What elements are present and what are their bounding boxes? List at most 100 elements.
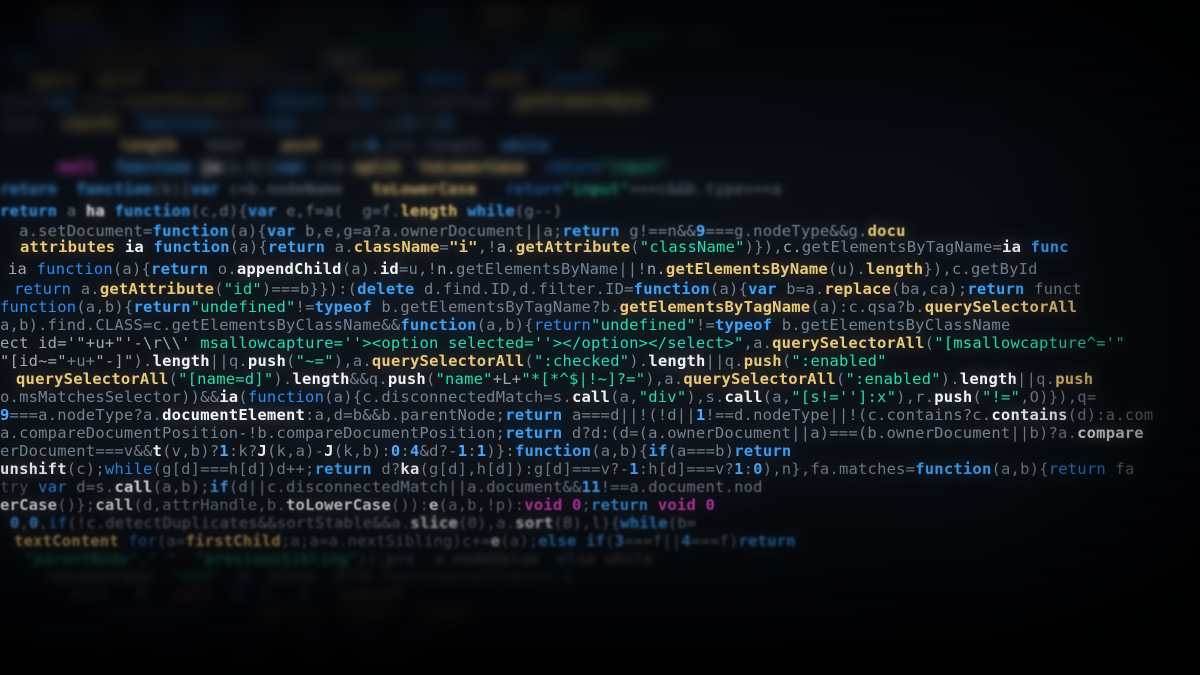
code-token: function	[153, 238, 230, 256]
code-line: return a.getAttribute("id")===b}}):(dele…	[14, 280, 1200, 298]
code-token: (	[781, 352, 792, 370]
code-token: (a,	[762, 388, 792, 406]
code-token: =	[439, 238, 450, 256]
code-token: return	[505, 406, 563, 424]
code-token: "~="	[295, 352, 334, 370]
code-token: (a,b){	[116, 26, 174, 44]
code-line: erDocument===v&&t(v,b)?1:k?J(k,a)-J(k,b)…	[0, 442, 1200, 460]
code-token: length	[357, 642, 415, 660]
code-token: {	[261, 114, 271, 132]
code-token: }),	[923, 260, 952, 278]
code-token: length	[152, 352, 210, 370]
code-token: delete	[357, 280, 415, 298]
code-token: {	[181, 180, 191, 198]
code-token: function	[247, 388, 325, 406]
code-token: return	[967, 280, 1025, 298]
code-token: ia	[219, 388, 239, 406]
code-token: a||	[296, 622, 326, 640]
code-line: 9===a.nodeType?a.documentElement:a,d=b&&…	[0, 406, 1200, 424]
code-token: (a,b){	[76, 298, 134, 316]
code-token: c&&	[299, 642, 329, 660]
code-token: function	[30, 622, 107, 640]
code-token: (a,b,!p):	[438, 496, 525, 514]
code-token: indexOf	[602, 26, 670, 44]
code-token: return	[267, 238, 326, 256]
code-token: while	[501, 136, 550, 154]
code-token: (	[168, 370, 179, 388]
code-token: ia	[8, 260, 28, 278]
code-token: function	[114, 202, 191, 220]
code-token: slice	[267, 568, 315, 586]
code-token: fa	[1105, 460, 1135, 478]
code-line: textContent for(a=firstChild;a;a=a.nextS…	[14, 532, 1200, 550]
code-token: ===f)	[690, 532, 739, 550]
code-token: "nth"	[171, 568, 220, 586]
code-token: querySelectorAll	[16, 370, 169, 388]
code-token: a.	[496, 238, 516, 256]
code-token: appendChild	[236, 260, 342, 278]
code-token: n.	[437, 260, 457, 278]
code-token: (a===b)	[667, 442, 735, 460]
code-token: (	[630, 238, 640, 256]
code-token: (v,b)?	[162, 442, 220, 460]
code-token: "previousSibling"	[195, 550, 358, 568]
code-token: (b)	[274, 48, 304, 66]
code-token: ,j=c.length	[377, 136, 483, 154]
code-token: test	[70, 586, 109, 604]
code-token: "-]"	[95, 352, 134, 370]
code-token: (a){c.disconnectedMatch=s.	[324, 388, 572, 406]
code-token: 11	[581, 478, 601, 496]
code-token: (g--)	[514, 202, 563, 220]
code-token: apply	[322, 48, 371, 66]
code-line: function return function a|| test push	[30, 622, 1200, 640]
code-token: "	[601, 158, 612, 176]
code-token: getElementsByClassName	[171, 316, 382, 334]
code-token: a,b).	[0, 316, 48, 334]
code-token: documentElement	[162, 406, 306, 424]
code-token: function	[0, 298, 77, 316]
code-token: ).	[629, 352, 649, 370]
code-line: querySelectorAll("[name=d]").length&&q.p…	[16, 370, 1200, 388]
code-token: (a);	[500, 532, 539, 550]
code-token: J	[324, 442, 334, 460]
code-token: !=	[695, 316, 715, 334]
code-token: function	[40, 26, 117, 44]
code-line: 0,0,if(!c.detectDuplicates&&sortStable&&…	[10, 515, 1200, 532]
code-token: function	[115, 158, 192, 176]
code-token: toLowerCase	[48, 568, 153, 586]
code-token: toLowerCase	[420, 158, 526, 176]
code-token: return	[533, 316, 592, 334]
code-token: querySelectorAll	[772, 334, 925, 352]
code-token: (d,attrHandle,b.	[133, 496, 286, 514]
code-token: ia	[124, 238, 144, 256]
code-token: if	[209, 478, 229, 496]
code-token: "undefined"	[190, 298, 296, 316]
code-token: (k,b):	[333, 442, 391, 460]
code-token: void 0	[657, 496, 716, 514]
code-token: (a)	[341, 260, 371, 278]
code-token: )===b}}):(	[261, 280, 358, 298]
code-token: textContent	[14, 532, 119, 550]
code-token: "[name=d]"	[178, 370, 274, 388]
code-token: var	[8, 48, 37, 66]
code-token: function	[76, 180, 153, 198]
code-token: "	[619, 180, 630, 198]
code-token: length	[959, 370, 1018, 388]
code-token: d?	[371, 460, 401, 478]
code-token: length	[400, 202, 458, 220]
code-token: var	[270, 114, 300, 132]
code-line: d(a){var b=a.ownerDocument return b&&9==…	[0, 92, 1200, 110]
